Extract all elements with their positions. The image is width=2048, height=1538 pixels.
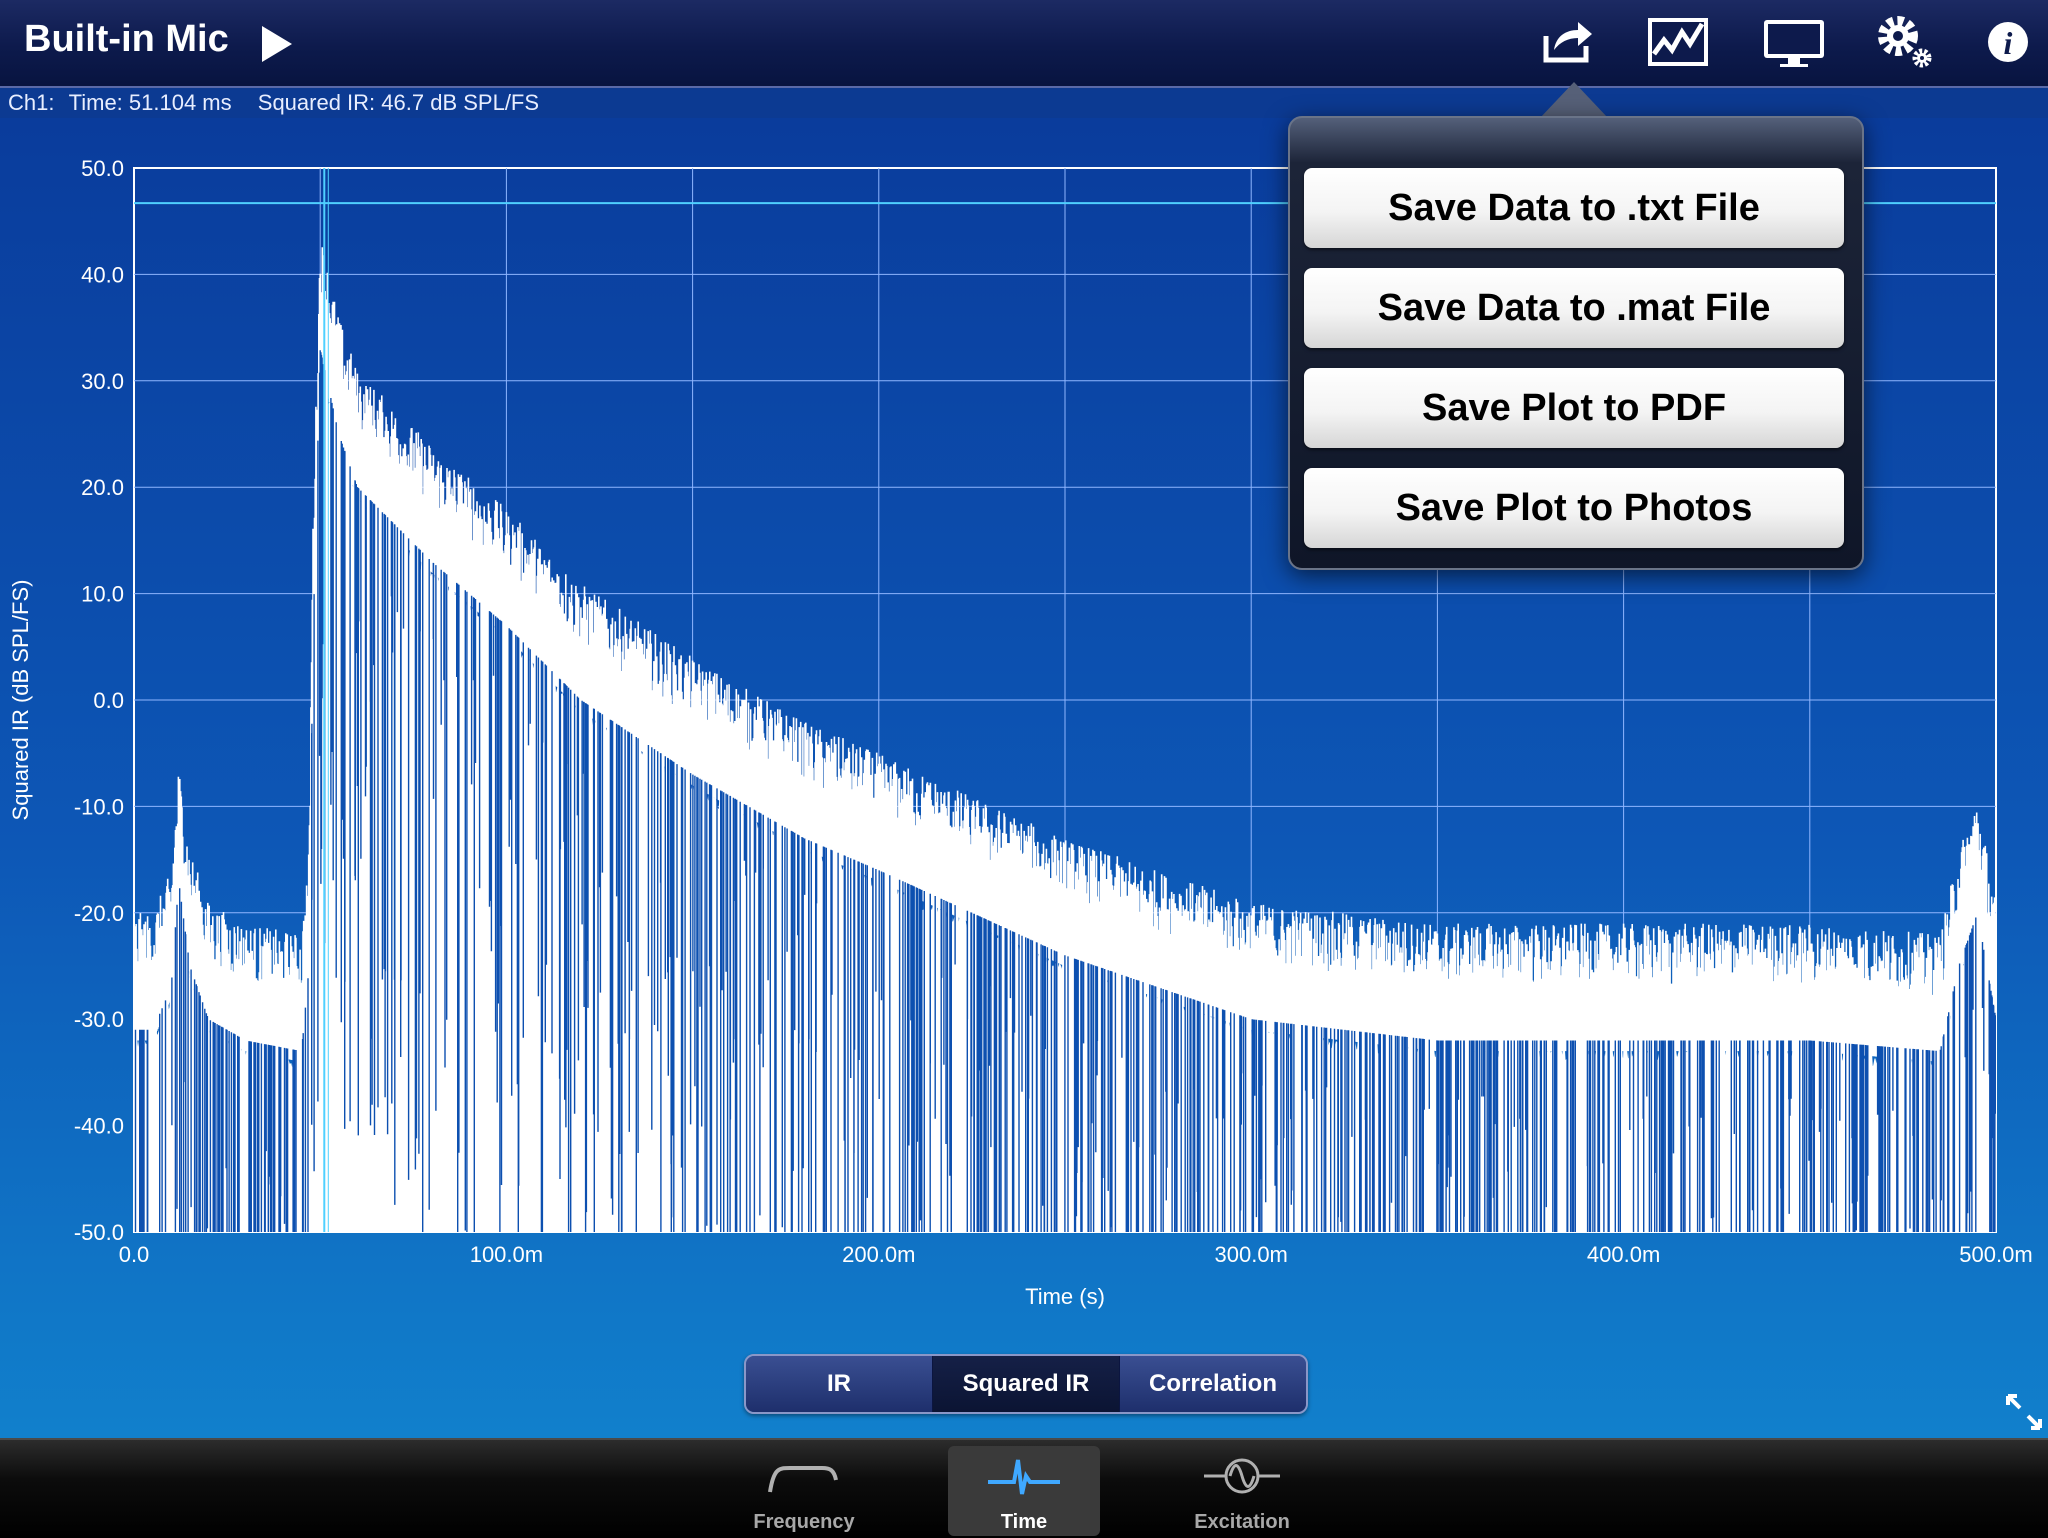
save-mat-button[interactable]: Save Data to .mat File <box>1304 268 1844 348</box>
y-axis-label: Squared IR (dB SPL/FS) <box>8 580 33 821</box>
info-icon[interactable]: i <box>1972 10 2044 74</box>
y-tick-label: -40.0 <box>74 1114 124 1139</box>
y-tick-label: 30.0 <box>81 369 124 394</box>
tab-frequency[interactable]: Frequency <box>728 1446 880 1536</box>
segment-correlation[interactable]: Correlation <box>1120 1356 1306 1412</box>
settings-icon[interactable] <box>1868 10 1940 74</box>
y-tick-label: -20.0 <box>74 901 124 926</box>
y-tick-label: -10.0 <box>74 794 124 819</box>
time-readout: Time: 51.104 ms <box>68 90 232 115</box>
value-readout: Squared IR: 46.7 dB SPL/FS <box>257 90 540 115</box>
plot-mode-segmented-control: IR Squared IR Correlation <box>744 1354 1308 1414</box>
y-tick-label: 0.0 <box>93 688 124 713</box>
expand-icon[interactable] <box>2004 1392 2044 1432</box>
tab-excitation-label: Excitation <box>1194 1511 1290 1533</box>
impulse-icon <box>988 1459 1060 1495</box>
svg-text:i: i <box>2004 25 2013 61</box>
input-source-title[interactable]: Built-in Mic <box>24 18 229 61</box>
channel-label: Ch1: <box>8 90 55 115</box>
x-tick-label: 100.0m <box>470 1242 543 1267</box>
frequency-curve-icon <box>768 1465 838 1493</box>
share-icon[interactable] <box>1530 10 1602 74</box>
chart-icon[interactable] <box>1642 10 1714 74</box>
x-tick-label: 500.0m <box>1959 1242 2032 1267</box>
save-photos-button[interactable]: Save Plot to Photos <box>1304 468 1844 548</box>
x-tick-label: 400.0m <box>1587 1242 1660 1267</box>
y-tick-label: 20.0 <box>81 475 124 500</box>
x-tick-label: 200.0m <box>842 1242 915 1267</box>
monitor-icon[interactable] <box>1758 10 1830 74</box>
bottom-tab-bar: Frequency Time Excitation <box>0 1438 2048 1538</box>
tab-time[interactable]: Time <box>948 1446 1100 1536</box>
y-tick-label: -30.0 <box>74 1007 124 1032</box>
tab-frequency-label: Frequency <box>753 1511 855 1533</box>
y-tick-label: 50.0 <box>81 156 124 181</box>
save-pdf-button[interactable]: Save Plot to PDF <box>1304 368 1844 448</box>
tab-time-label: Time <box>1000 1511 1048 1533</box>
save-txt-button[interactable]: Save Data to .txt File <box>1304 168 1844 248</box>
share-menu-popover: Save Data to .txt File Save Data to .mat… <box>1288 116 1864 570</box>
segment-squared-ir[interactable]: Squared IR <box>933 1356 1120 1412</box>
x-tick-label: 0.0 <box>119 1242 150 1267</box>
y-tick-label: 10.0 <box>81 582 124 607</box>
y-tick-label: 40.0 <box>81 262 124 287</box>
top-toolbar: Built-in Mic i <box>0 0 2048 88</box>
sine-wave-icon <box>1204 1458 1280 1494</box>
x-tick-label: 300.0m <box>1215 1242 1288 1267</box>
popover-arrow <box>1540 82 1608 118</box>
x-axis-label: Time (s) <box>1025 1284 1105 1309</box>
segment-ir[interactable]: IR <box>746 1356 933 1412</box>
y-tick-label: -50.0 <box>74 1220 124 1245</box>
play-icon[interactable] <box>262 26 292 62</box>
tab-excitation[interactable]: Excitation <box>1166 1446 1318 1536</box>
cursor-readout: Ch1: Time: 51.104 ms Squared IR: 46.7 dB… <box>0 88 2048 118</box>
